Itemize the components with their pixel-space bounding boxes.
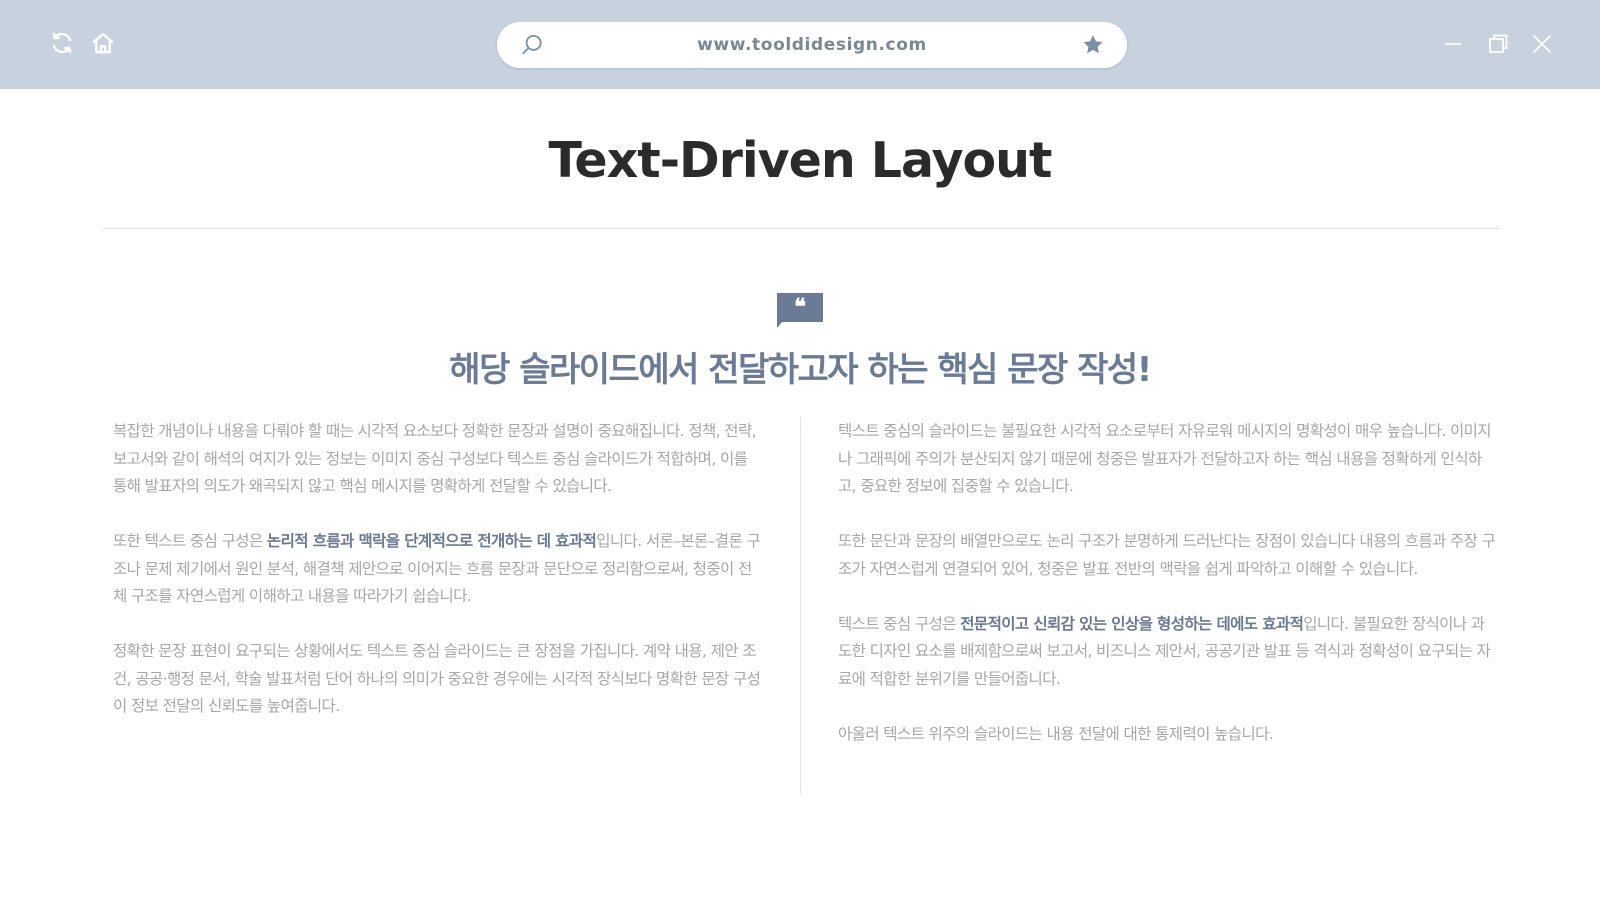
url-text[interactable]: www.tooldidesign.com xyxy=(557,22,1067,68)
browser-toolbar: www.tooldidesign.com xyxy=(0,0,1600,89)
left-column: 복잡한 개념이나 내용을 다뤄야 할 때는 시각적 요소보다 정확한 문장과 설… xyxy=(113,418,763,721)
close-icon xyxy=(1533,35,1551,53)
paragraph: 아울러 텍스트 위주의 슬라이드는 내용 전달에 대한 통제력이 높습니다. xyxy=(838,724,1274,743)
reload-icon xyxy=(52,32,72,54)
paragraph: 또한 텍스트 중심 구성은 논리적 흐름과 맥락을 단계적으로 전개하는 데 효… xyxy=(113,532,761,605)
address-bar[interactable]: www.tooldidesign.com xyxy=(497,22,1127,68)
emphasis-text: 논리적 흐름과 맥락을 단계적으로 전개하는 데 효과적 xyxy=(266,532,597,550)
close-button[interactable] xyxy=(1528,30,1556,58)
star-icon[interactable] xyxy=(1081,33,1105,57)
restore-icon xyxy=(1489,34,1508,53)
paragraph: 또한 문단과 문장의 배열만으로도 논리 구조가 분명하게 드러난다는 장점이 … xyxy=(838,532,1496,578)
key-sentence-headline: 해당 슬라이드에서 전달하고자 하는 핵심 문장 작성! xyxy=(449,350,1152,390)
right-column: 텍스트 중심의 슬라이드는 불필요한 시각적 요소로부터 자유로워 메시지의 명… xyxy=(838,418,1498,748)
browser-window: www.tooldidesign.com Text-Driven Layout xyxy=(0,0,1600,900)
column-divider xyxy=(800,417,801,795)
home-icon xyxy=(92,32,114,54)
restore-button[interactable] xyxy=(1484,30,1512,58)
svg-text:❝: ❝ xyxy=(794,294,806,320)
paragraph: 텍스트 중심의 슬라이드는 불필요한 시각적 요소로부터 자유로워 메시지의 명… xyxy=(838,422,1492,495)
home-button[interactable] xyxy=(88,28,118,58)
paragraph: 정확한 문장 표현이 요구되는 상황에서도 텍스트 중심 슬라이드는 큰 장점을… xyxy=(113,642,761,715)
minimize-icon xyxy=(1445,43,1461,45)
emphasis-text: 전문적이고 신뢰감 있는 인상을 형성하는 데에도 효과적 xyxy=(960,614,1304,633)
minimize-button[interactable] xyxy=(1439,30,1467,58)
reload-button[interactable] xyxy=(47,28,77,58)
page-title: Text-Driven Layout xyxy=(548,132,1053,189)
paragraph: 복잡한 개념이나 내용을 다뤄야 할 때는 시각적 요소보다 정확한 문장과 설… xyxy=(113,422,757,495)
paragraph: 텍스트 중심 구성은 전문적이고 신뢰감 있는 인상을 형성하는 데에도 효과적… xyxy=(838,614,1491,688)
quote-icon: ❝ xyxy=(777,293,823,328)
search-icon xyxy=(522,34,542,55)
title-divider xyxy=(103,228,1499,229)
